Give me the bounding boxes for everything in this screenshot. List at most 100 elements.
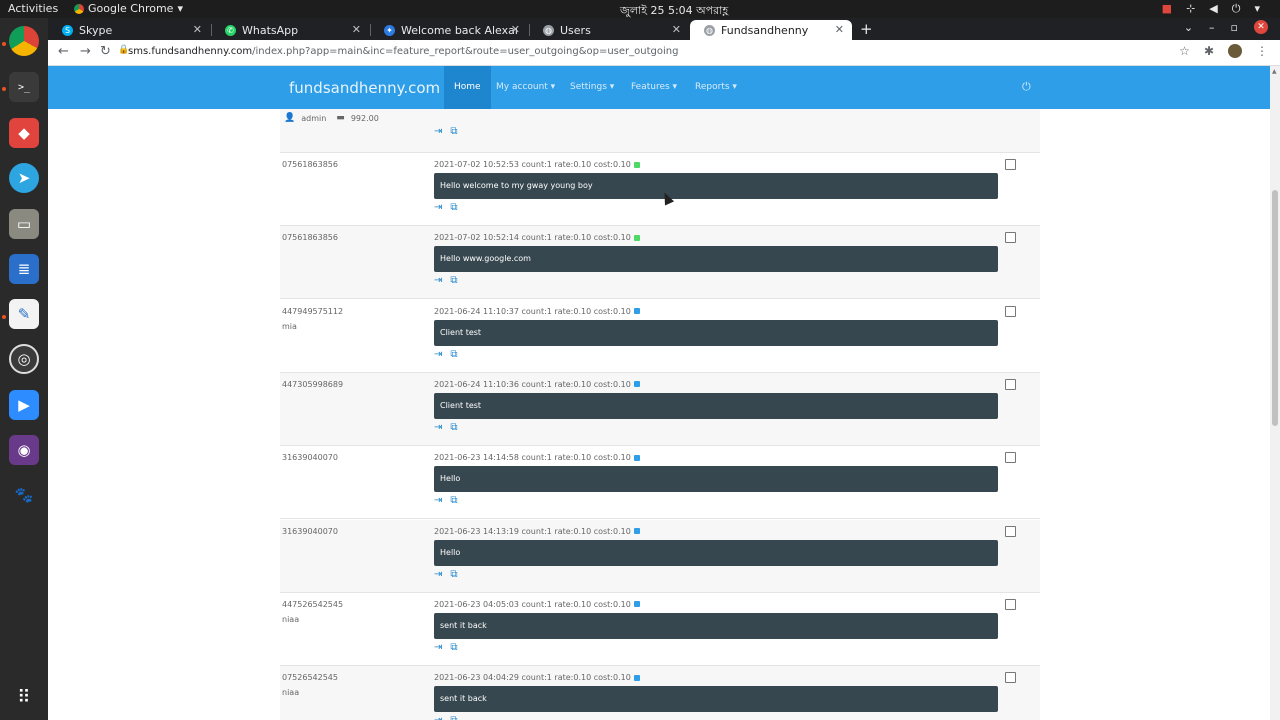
reply-login-icon[interactable]: ⇥ (434, 422, 442, 433)
message-meta: 2021-07-02 10:52:53 count:1 rate:0.10 co… (434, 160, 640, 169)
toolbar-actions: ☆ ✱ ⋮ (1179, 44, 1268, 58)
user-info: 👤 admin ▬ 992.00 (284, 113, 379, 123)
site-brand[interactable]: fundsandhenny.com (289, 79, 440, 97)
message-meta-text: 2021-06-24 11:10:36 count:1 rate:0.10 co… (434, 379, 631, 389)
external-link-icon[interactable]: ⧉ (450, 349, 457, 360)
nav-my-account[interactable]: My account ▾ (496, 66, 555, 109)
tab-whatsapp[interactable]: ✆ WhatsApp ✕ (211, 20, 369, 40)
message-meta: 2021-07-02 10:52:14 count:1 rate:0.10 co… (434, 233, 640, 242)
minimize-icon[interactable]: – (1209, 21, 1215, 34)
reply-login-icon[interactable]: ⇥ (434, 127, 442, 137)
select-checkbox[interactable] (1005, 378, 1016, 390)
files-launcher-icon[interactable]: ▭ (9, 209, 39, 239)
recipient-number: 447305998689 (282, 379, 344, 389)
row-actions: ⇥⧉ (434, 716, 458, 720)
select-checkbox[interactable] (1005, 672, 1016, 684)
status-indicator (633, 454, 640, 461)
browser-tab-strip: S Skype ✕ ✆ WhatsApp ✕ ✦ Welcome back Al… (48, 18, 1280, 40)
terminal-launcher-icon[interactable]: >_ (9, 72, 39, 102)
message-row: 31639040070 2021-06-23 14:13:19 count:1 r… (280, 519, 1040, 593)
close-tab-icon[interactable]: ✕ (193, 23, 202, 36)
reply-login-icon[interactable]: ⇥ (434, 349, 442, 360)
bookmark-star-icon[interactable]: ☆ (1179, 44, 1190, 58)
nav-reports[interactable]: Reports ▾ (695, 66, 737, 109)
external-link-icon[interactable]: ⧉ (450, 127, 457, 137)
external-link-icon[interactable]: ⧉ (450, 276, 457, 286)
zoom-launcher-icon[interactable]: ▶ (9, 390, 39, 420)
tab-welcome-back[interactable]: ✦ Welcome back Alexandru ✕ (370, 20, 528, 40)
select-checkbox[interactable] (1005, 452, 1016, 464)
select-checkbox[interactable] (1005, 159, 1016, 170)
external-link-icon[interactable]: ⧉ (450, 496, 457, 506)
recipient-number: 447949575112 (282, 306, 344, 316)
tab-skype[interactable]: S Skype ✕ (48, 20, 210, 40)
nav-features[interactable]: Features ▾ (631, 66, 677, 109)
gimp-launcher-icon[interactable]: 🐾 (9, 480, 39, 510)
scroll-up-icon[interactable]: ▲ (1272, 68, 1277, 75)
kebab-menu-icon[interactable]: ⋮ (1256, 44, 1268, 58)
profile-avatar[interactable] (1228, 44, 1242, 58)
screen-recorder-launcher-icon[interactable]: ◉ (9, 435, 39, 465)
forward-icon[interactable]: → (80, 44, 91, 59)
external-link-icon[interactable]: ⧉ (450, 642, 457, 653)
show-applications-icon[interactable]: ⠿ (9, 682, 39, 712)
anydesk-launcher-icon[interactable]: ◆ (9, 118, 39, 148)
scrollbar-thumb[interactable] (1272, 190, 1278, 426)
reply-login-icon[interactable]: ⇥ (434, 716, 442, 720)
row-actions: ⇥⧉ (434, 496, 458, 506)
back-icon[interactable]: ← (58, 44, 69, 59)
close-tab-icon[interactable]: ✕ (511, 23, 520, 36)
page-scrollbar[interactable]: ▲ (1270, 66, 1280, 720)
text-editor-launcher-icon[interactable]: ✎ (9, 299, 39, 329)
message-row: 447949575112 mia 2021-06-24 11:10:37 count… (280, 300, 1040, 373)
reply-login-icon[interactable]: ⇥ (434, 642, 442, 653)
system-tray[interactable]: ■ ⊹ ◀ ⏻ ▾ (1162, 2, 1260, 16)
close-window-icon[interactable]: ✕ (1254, 20, 1268, 34)
address-input[interactable]: sms.fundsandhenny.com/index.php?app=main… (128, 46, 678, 57)
external-link-icon[interactable]: ⧉ (450, 569, 457, 580)
tab-search-icon[interactable]: ⌄ (1184, 21, 1193, 34)
message-meta-text: 2021-07-02 10:52:14 count:1 rate:0.10 co… (434, 233, 631, 243)
close-tab-icon[interactable]: ✕ (835, 23, 844, 36)
user-credit: 992.00 (350, 113, 379, 123)
close-tab-icon[interactable]: ✕ (352, 23, 361, 36)
select-checkbox[interactable] (1005, 598, 1016, 610)
external-link-icon[interactable]: ⧉ (450, 203, 457, 213)
tab-users[interactable]: ◍ Users ✕ (529, 20, 689, 40)
extensions-icon[interactable]: ✱ (1204, 44, 1214, 58)
app-menu[interactable]: Google Chrome ▾ (74, 2, 183, 15)
telegram-launcher-icon[interactable]: ➤ (9, 163, 39, 193)
reply-login-icon[interactable]: ⇥ (434, 569, 442, 580)
tab-label: Welcome back Alexandru (401, 23, 517, 37)
external-link-icon[interactable]: ⧉ (450, 422, 457, 433)
recipient-number: 31639040070 (282, 526, 338, 536)
recipient-number: 07561863856 (282, 160, 338, 169)
external-link-icon[interactable]: ⧉ (450, 716, 457, 720)
running-indicator (2, 87, 6, 91)
obs-launcher-icon[interactable]: ◎ (9, 344, 39, 374)
writer-launcher-icon[interactable]: ≣ (9, 254, 39, 284)
reply-login-icon[interactable]: ⇥ (434, 496, 442, 506)
reply-login-icon[interactable]: ⇥ (434, 276, 442, 286)
select-checkbox[interactable] (1005, 525, 1016, 537)
browser-toolbar: ← → ↻ 🔒 sms.fundsandhenny.com/index.php?… (48, 40, 1280, 66)
select-checkbox[interactable] (1005, 232, 1016, 244)
reply-login-icon[interactable]: ⇥ (434, 203, 442, 213)
reload-icon[interactable]: ↻ (100, 44, 111, 59)
tab-fundsandhenny[interactable]: ◍ Fundsandhenny ✕ (690, 20, 852, 40)
row-actions: ⇥⧉ (434, 569, 458, 580)
chrome-launcher-icon[interactable] (9, 26, 39, 56)
select-checkbox[interactable] (1005, 305, 1016, 317)
maximize-icon[interactable]: ▫ (1231, 21, 1238, 34)
message-text: Hello (434, 539, 998, 566)
tab-label: WhatsApp (242, 23, 299, 37)
new-tab-button[interactable]: + (860, 20, 873, 38)
logout-power-icon[interactable]: ⏻ (1022, 80, 1031, 94)
skype-icon: S (62, 24, 73, 36)
activities-button[interactable]: Activities (8, 2, 58, 15)
nav-home[interactable]: Home (444, 66, 491, 109)
status-indicator (633, 528, 640, 534)
close-tab-icon[interactable]: ✕ (672, 23, 681, 36)
recipient-number: 447526542545 (282, 599, 344, 609)
nav-settings[interactable]: Settings ▾ (570, 66, 614, 109)
